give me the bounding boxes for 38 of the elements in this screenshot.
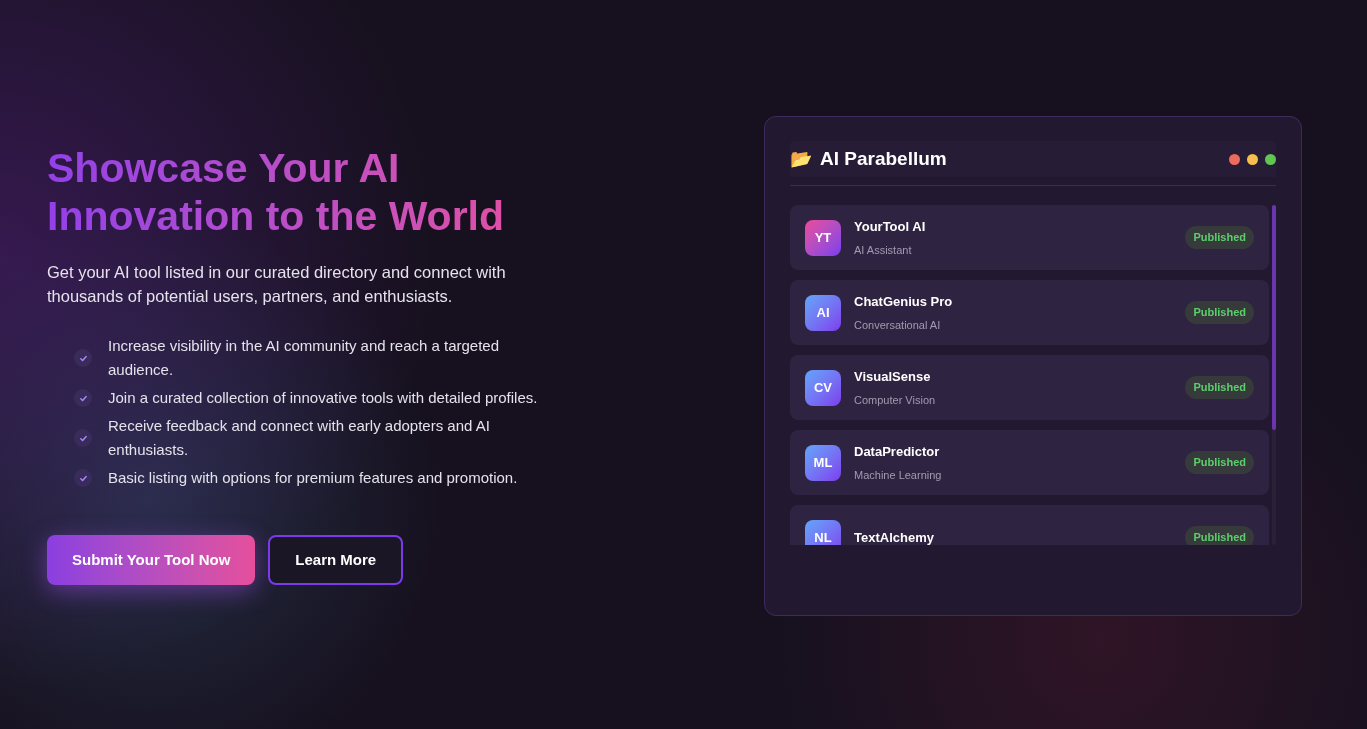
tool-category: Conversational AI	[854, 317, 942, 333]
check-icon	[74, 429, 92, 447]
tool-name: ChatGenius Pro	[854, 293, 954, 311]
tool-category: AI Assistant	[854, 242, 913, 258]
tool-card[interactable]: ML DataPredictor Machine Learning Published	[790, 430, 1269, 495]
status-badge: Published	[1185, 301, 1254, 324]
learn-more-button[interactable]: Learn More	[268, 535, 404, 585]
tool-name: YourTool AI	[854, 218, 927, 236]
tool-name: VisualSense	[854, 368, 932, 386]
benefit-text: Receive feedback and connect with early adopters and AI enthusiasts.	[108, 416, 491, 460]
tool-name: TextAlchemy	[854, 528, 935, 545]
status-badge: Published	[1185, 376, 1254, 399]
tool-card[interactable]: NL TextAlchemy Published	[790, 505, 1269, 545]
tool-card[interactable]: CV VisualSense Computer Vision Published	[790, 355, 1269, 420]
tool-avatar: AI	[805, 294, 841, 331]
scrollbar-thumb[interactable]	[1272, 205, 1276, 430]
tool-card[interactable]: YT YourTool AI AI Assistant Published	[790, 205, 1269, 270]
tool-avatar: YT	[805, 219, 841, 256]
status-badge: Published	[1185, 526, 1254, 545]
tool-name: DataPredictor	[854, 443, 941, 461]
folder-icon: 📂	[790, 150, 812, 168]
status-badge: Published	[1185, 226, 1254, 249]
submit-button[interactable]: Submit Your Tool Now	[47, 535, 256, 585]
status-badge: Published	[1185, 451, 1254, 474]
tool-category: Computer Vision	[854, 392, 937, 408]
benefit-text: Join a curated collection of innovative tools with detailed profiles.	[108, 388, 539, 408]
tool-avatar: CV	[805, 369, 841, 406]
hero-subtitle: Get your AI tool listed in our curated directory and connect with thousands of potential users, partners, and enthusiasts.	[47, 262, 507, 307]
tool-avatar: NL	[805, 519, 841, 545]
tool-category: Machine Learning	[854, 467, 943, 483]
check-icon	[74, 349, 92, 367]
tool-avatar: ML	[805, 444, 841, 481]
check-icon	[74, 389, 92, 407]
tool-card[interactable]: AI ChatGenius Pro Conversational AI Published	[790, 280, 1269, 345]
check-icon	[74, 469, 92, 487]
benefit-text: Increase visibility in the AI community and reach a targeted audience.	[108, 336, 501, 380]
benefit-text: Basic listing with options for premium features and promotion.	[108, 468, 519, 488]
window-title: AI Parabellum	[820, 146, 947, 171]
